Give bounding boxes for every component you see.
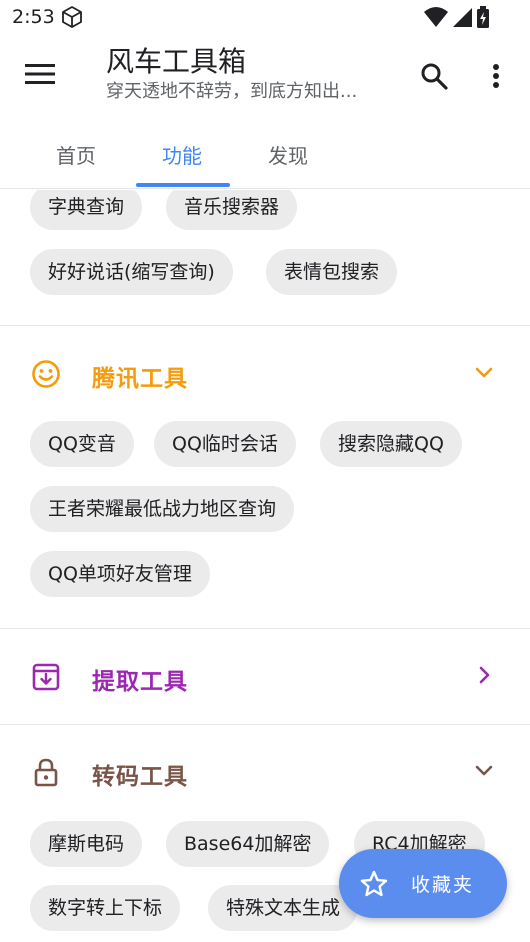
chip-dictionary[interactable]: 字典查询 xyxy=(30,190,143,230)
divider xyxy=(0,724,530,725)
chevron-down-icon xyxy=(475,367,493,378)
star-outline-icon xyxy=(360,870,388,896)
app-bar: 风车工具箱 穿天透地不辞劳，到底方知出... xyxy=(0,36,530,120)
tab-bar: 首页 功能 发现 xyxy=(0,122,530,189)
status-time: 2:53 xyxy=(12,6,55,28)
category-title: 转码工具 xyxy=(92,764,188,790)
favorites-fab[interactable]: 收藏夹 xyxy=(339,849,507,918)
chip-abbr-query[interactable]: 好好说话(缩写查询) xyxy=(30,249,233,295)
category-title: 提取工具 xyxy=(92,669,188,695)
tab-home[interactable]: 首页 xyxy=(56,140,96,169)
more-options-button[interactable] xyxy=(480,56,512,96)
chip-qq-voice[interactable]: QQ变音 xyxy=(30,421,134,467)
divider xyxy=(0,628,530,629)
app-titles: 风车工具箱 穿天透地不辞劳，到底方知出... xyxy=(106,44,396,104)
chip-meme-search[interactable]: 表情包搜索 xyxy=(266,249,398,295)
smiley-icon xyxy=(32,360,60,388)
fab-label: 收藏夹 xyxy=(411,874,475,896)
chevron-down-icon xyxy=(475,765,493,776)
chevron-right-icon xyxy=(479,666,490,684)
function-list[interactable]: 字典查询 音乐搜索器 好好说话(缩写查询) 表情包搜索 腾讯工具 QQ变音 QQ… xyxy=(0,190,530,942)
tab-functions[interactable]: 功能 xyxy=(162,140,202,169)
app-subtitle: 穿天透地不辞劳，到底方知出... xyxy=(106,81,358,102)
search-icon xyxy=(421,63,448,90)
category-title: 腾讯工具 xyxy=(92,366,188,392)
more-vert-icon xyxy=(493,64,499,88)
chip-qq-temp-chat[interactable]: QQ临时会话 xyxy=(154,421,296,467)
divider xyxy=(0,325,530,326)
hamburger-icon xyxy=(25,64,55,84)
tab-discover[interactable]: 发现 xyxy=(268,140,308,169)
chip-music-search[interactable]: 音乐搜索器 xyxy=(166,190,298,230)
lock-icon xyxy=(34,758,58,787)
menu-button[interactable] xyxy=(20,54,60,94)
app-title: 风车工具箱 xyxy=(106,45,247,78)
chip-base64[interactable]: Base64加解密 xyxy=(166,821,330,867)
archive-box-icon xyxy=(32,663,60,691)
status-bar: 2:53 xyxy=(0,0,530,36)
search-button[interactable] xyxy=(414,56,454,96)
chip-morse-code[interactable]: 摩斯电码 xyxy=(30,821,143,867)
chip-search-hidden-qq[interactable]: 搜索隐藏QQ xyxy=(320,421,462,467)
chip-honor-of-kings[interactable]: 王者荣耀最低战力地区查询 xyxy=(30,486,295,532)
chip-qq-friend-manage[interactable]: QQ单项好友管理 xyxy=(30,551,210,597)
tab-indicator xyxy=(136,183,230,187)
chip-sup-sub[interactable]: 数字转上下标 xyxy=(30,885,181,931)
cube-icon xyxy=(60,5,84,33)
wifi-icon xyxy=(424,6,448,28)
battery-icon xyxy=(476,6,490,28)
signal-icon xyxy=(452,6,472,28)
chip-special-text[interactable]: 特殊文本生成 xyxy=(208,885,359,931)
